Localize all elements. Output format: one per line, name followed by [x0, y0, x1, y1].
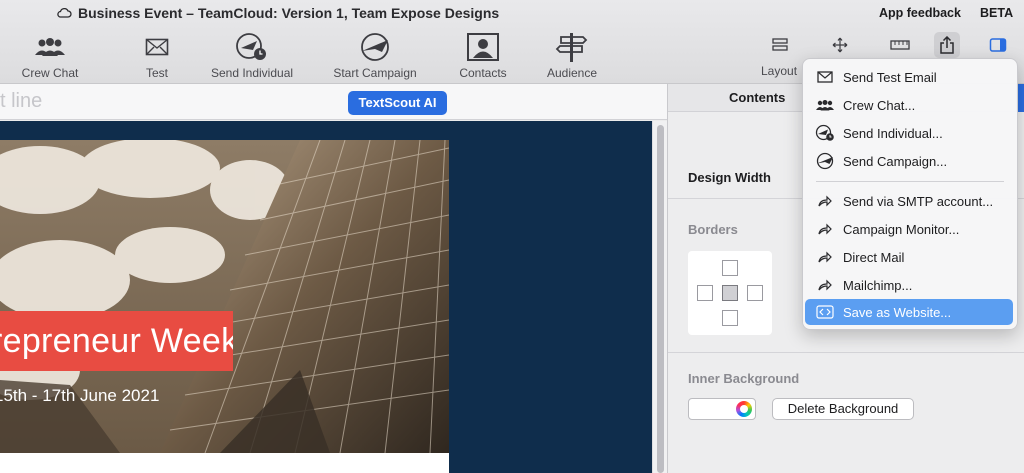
app-feedback-link[interactable]: App feedback — [879, 6, 961, 20]
layout-icon — [772, 38, 788, 51]
toolbar-label: Start Campaign — [333, 66, 417, 80]
toolbar-label: Test — [145, 66, 168, 80]
toolbar-send-individual-button[interactable]: Send Individual — [208, 30, 296, 80]
window-title-group: Business Event – TeamCloud: Version 1, T… — [56, 5, 499, 21]
people-icon — [35, 38, 65, 56]
menu-item-mailchimp[interactable]: Mailchimp... — [805, 272, 1013, 298]
borders-label: Borders — [688, 222, 738, 237]
cloud-icon — [57, 8, 72, 18]
hero-image[interactable] — [0, 140, 449, 453]
share-icon — [940, 36, 954, 54]
event-dates[interactable]: 15th - 17th June 2021 — [0, 386, 159, 406]
border-all-toggle[interactable] — [722, 285, 738, 301]
people-icon — [816, 100, 834, 111]
menu-item-label: Send Campaign... — [843, 153, 948, 169]
plane-icon — [816, 152, 834, 170]
sidebar-icon — [989, 38, 1007, 52]
menu-item-send-test-email[interactable]: Send Test Email — [805, 64, 1013, 90]
beta-badge: BETA — [980, 6, 1014, 20]
subject-line-bar: t line — [0, 84, 668, 120]
canvas-scrollbar[interactable] — [652, 121, 668, 473]
border-top-toggle[interactable] — [722, 260, 738, 276]
toolbar-start-campaign-button[interactable]: Start Campaign — [330, 30, 420, 80]
menu-item-send-via-smtp[interactable]: Send via SMTP account... — [805, 188, 1013, 214]
toolbar-contacts-button[interactable]: Contacts — [455, 30, 511, 80]
code-brackets-icon — [816, 305, 834, 319]
share-arrow-icon — [818, 279, 832, 291]
move-arrows-icon — [832, 37, 848, 53]
signpost-icon — [555, 33, 588, 62]
borders-selector[interactable] — [688, 251, 772, 335]
share-arrow-icon — [818, 251, 832, 263]
plane-icon — [361, 33, 389, 61]
plane-clock-icon — [815, 124, 834, 141]
share-arrow-icon — [818, 195, 832, 207]
menu-item-send-campaign[interactable]: Send Campaign... — [805, 148, 1013, 174]
toolbar-label: Crew Chat — [21, 66, 79, 80]
menu-item-label: Send Test Email — [843, 69, 937, 85]
color-wheel-icon[interactable] — [736, 401, 752, 417]
menu-item-label: Direct Mail — [843, 249, 905, 265]
inner-background-label: Inner Background — [688, 371, 800, 386]
menu-item-direct-mail[interactable]: Direct Mail — [805, 244, 1013, 270]
subject-line-input[interactable]: t line — [0, 90, 42, 113]
contact-card-icon — [467, 33, 499, 61]
toolbar-label: Send Individual — [210, 66, 294, 80]
border-left-toggle[interactable] — [697, 285, 713, 301]
menu-item-crew-chat[interactable]: Crew Chat... — [805, 92, 1013, 118]
window-title: Business Event – TeamCloud: Version 1, T… — [78, 5, 500, 21]
border-bottom-toggle[interactable] — [722, 310, 738, 326]
menu-item-save-as-website[interactable]: Save as Website... — [805, 299, 1013, 325]
toolbar-crew-chat-button[interactable]: Crew Chat — [22, 30, 78, 80]
building-photo — [0, 140, 449, 453]
plane-clock-icon — [236, 33, 266, 60]
section-divider — [668, 352, 1024, 353]
menu-item-label: Campaign Monitor... — [843, 221, 960, 237]
menu-item-label: Send Individual... — [843, 125, 943, 141]
border-right-toggle[interactable] — [747, 285, 763, 301]
layout-button[interactable] — [768, 34, 792, 56]
menu-item-campaign-monitor[interactable]: Campaign Monitor... — [805, 216, 1013, 242]
move-button[interactable] — [828, 34, 852, 56]
toolbar-audience-button[interactable]: Audience — [545, 30, 599, 80]
toolbar-label: Contacts — [459, 66, 507, 80]
menu-item-label: Save as Website... — [843, 304, 952, 320]
share-arrow-icon — [818, 223, 832, 235]
event-title-banner[interactable]: repreneur Week — [0, 311, 233, 371]
design-width-label: Design Width — [688, 170, 771, 185]
toolbar-test-button[interactable]: Test — [140, 30, 174, 80]
scroll-thumb[interactable] — [657, 125, 664, 473]
tab-contents[interactable]: Contents — [729, 90, 785, 105]
sidebar-toggle-button[interactable] — [986, 34, 1010, 56]
envelope-icon — [817, 71, 833, 83]
menu-item-send-individual[interactable]: Send Individual... — [805, 120, 1013, 146]
menu-item-label: Send via SMTP account... — [843, 193, 994, 209]
menu-separator — [816, 181, 1004, 182]
envelope-icon — [145, 38, 169, 56]
layout-label: Layout — [761, 64, 798, 78]
textscout-ai-button[interactable]: TextScout AI — [348, 91, 447, 115]
ruler-icon — [890, 40, 910, 50]
menu-item-label: Mailchimp... — [843, 277, 913, 293]
menu-item-label: Crew Chat... — [843, 97, 916, 113]
content-block[interactable] — [0, 453, 449, 473]
delete-background-button[interactable]: Delete Background — [772, 398, 914, 420]
share-button[interactable] — [934, 32, 960, 58]
ruler-button[interactable] — [888, 34, 912, 56]
toolbar-label: Audience — [546, 66, 598, 80]
